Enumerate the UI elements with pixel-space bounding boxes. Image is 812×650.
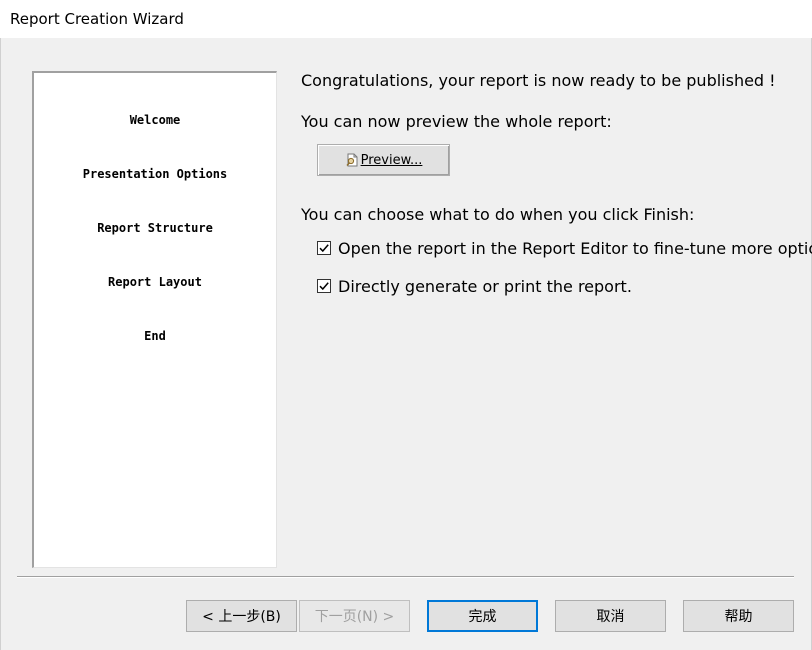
button-separator xyxy=(17,576,794,578)
preview-prompt: You can now preview the whole report: xyxy=(301,112,612,131)
preview-button-label: Preview... xyxy=(360,152,423,168)
step-report-layout: Report Layout xyxy=(108,275,202,289)
finish-button[interactable]: 完成 xyxy=(427,600,538,632)
finish-prompt: You can choose what to do when you click… xyxy=(301,205,695,224)
title-bar: Report Creation Wizard xyxy=(0,0,812,38)
preview-button[interactable]: Preview... xyxy=(317,144,450,176)
window-title: Report Creation Wizard xyxy=(10,10,184,28)
checkmark-icon xyxy=(319,282,329,291)
window-border-left xyxy=(0,38,1,650)
help-button[interactable]: 帮助 xyxy=(683,600,794,632)
step-report-structure: Report Structure xyxy=(97,221,213,235)
step-presentation-options: Presentation Options xyxy=(82,167,228,181)
document-magnifier-icon xyxy=(346,153,358,167)
checkmark-icon xyxy=(319,244,329,253)
back-button[interactable]: < 上一步(B) xyxy=(186,600,297,632)
step-end: End xyxy=(144,329,166,343)
step-welcome: Welcome xyxy=(129,113,181,127)
generate-print-checkbox[interactable] xyxy=(317,279,331,293)
wizard-steps-panel: Welcome Presentation Options Report Stru… xyxy=(32,71,277,568)
cancel-button[interactable]: 取消 xyxy=(555,600,666,632)
open-in-editor-label[interactable]: Open the report in the Report Editor to … xyxy=(338,239,812,258)
next-button[interactable]: 下一页(N) > xyxy=(299,600,410,632)
open-in-editor-checkbox[interactable] xyxy=(317,241,331,255)
generate-print-label[interactable]: Directly generate or print the report. xyxy=(338,277,632,296)
congratulations-headline: Congratulations, your report is now read… xyxy=(301,71,776,90)
